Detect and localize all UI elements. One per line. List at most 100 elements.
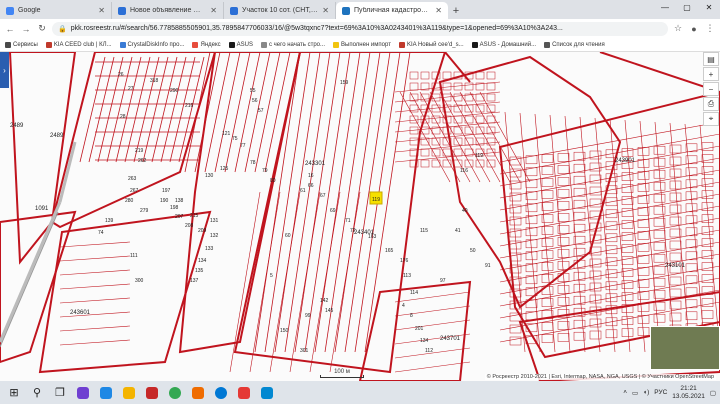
- parcel-number: 134: [198, 258, 207, 264]
- tab-title: Новое объявление — Объявлени: [130, 7, 206, 14]
- sidebar-toggle-icon[interactable]: ›: [0, 52, 9, 88]
- bookmark-item[interactable]: Список для чтения: [544, 41, 605, 48]
- browser-tab[interactable]: Публичная кадастровая карта✕: [336, 2, 448, 19]
- app-icon-9[interactable]: [257, 384, 277, 402]
- parcel-box: [557, 201, 570, 210]
- app-icon-7[interactable]: [211, 384, 231, 402]
- bookmark-item[interactable]: Яндекс: [192, 41, 221, 48]
- parcel-number: 215: [190, 213, 199, 219]
- parcel-boundary: [254, 52, 301, 353]
- clock-date: 13.05.2021: [672, 392, 705, 400]
- tray-up-icon[interactable]: ˄: [623, 389, 627, 396]
- browser-tab[interactable]: Google ✕: [0, 2, 112, 19]
- maximize-icon[interactable]: ▢: [676, 0, 698, 14]
- parcel-box: [541, 154, 554, 163]
- parcel-box: [653, 145, 666, 155]
- close-window-icon[interactable]: ✕: [698, 0, 720, 14]
- reload-icon[interactable]: ↻: [36, 22, 48, 36]
- language-indicator[interactable]: РУС: [654, 389, 667, 396]
- search-icon[interactable]: ⚲: [27, 384, 47, 402]
- parcel-box: [701, 274, 714, 283]
- parcel-box: [653, 313, 666, 323]
- parcel-boundary: [534, 113, 556, 353]
- clock[interactable]: 21:21 13.05.2021: [672, 385, 705, 401]
- parcel-box: [541, 226, 554, 235]
- locate-icon[interactable]: ⌖: [703, 112, 719, 126]
- parcel-boundary: [59, 339, 131, 346]
- browser-tab[interactable]: Участок 10 сот. (СНТ, ДНП) на п ✕: [224, 2, 336, 19]
- url-field[interactable]: 🔒 pkk.rosreestr.ru/#/search/56.778588550…: [52, 21, 668, 36]
- notifications-icon[interactable]: ▢: [710, 389, 716, 397]
- parcel-outline: [50, 52, 217, 229]
- parcel-box: [557, 237, 570, 246]
- bookmark-item[interactable]: ASUS: [228, 41, 253, 48]
- bookmark-item[interactable]: KIA Новый cee'd_s...: [398, 41, 464, 48]
- bookmark-item[interactable]: Сервисы: [5, 41, 38, 48]
- app-icon-2[interactable]: [96, 384, 116, 402]
- app-icon-4[interactable]: [142, 384, 162, 402]
- network-icon[interactable]: ▭: [632, 389, 638, 397]
- close-tab-icon[interactable]: ✕: [98, 6, 105, 15]
- menu-icon[interactable]: ⋮: [704, 22, 716, 36]
- windows-start-icon[interactable]: ⊞: [4, 384, 24, 402]
- parcel-number: 91: [485, 263, 491, 269]
- browser-tab[interactable]: Новое объявление — Объявлени ✕: [112, 2, 224, 19]
- zoom-out-icon[interactable]: −: [703, 82, 719, 96]
- minimize-icon[interactable]: —: [654, 0, 676, 14]
- new-tab-icon[interactable]: +: [448, 2, 464, 19]
- bookmark-icon: [333, 41, 340, 48]
- parcel-box: [486, 93, 496, 102]
- zoom-in-icon[interactable]: +: [703, 67, 719, 81]
- chrome-icon[interactable]: [165, 384, 185, 402]
- window-controls: — ▢ ✕: [654, 0, 720, 14]
- bookmark-item[interactable]: ASUS - Домашний...: [471, 41, 536, 48]
- parcel-number: 290: [170, 88, 179, 94]
- close-tab-icon[interactable]: ✕: [435, 6, 442, 15]
- app-icon-6[interactable]: [188, 384, 208, 402]
- parcel-number: 119: [475, 153, 483, 159]
- volume-icon[interactable]: ◖): [643, 389, 649, 396]
- bookmark-item[interactable]: с чего начать стро...: [261, 41, 325, 48]
- task-view-icon[interactable]: ❐: [50, 384, 70, 402]
- parcel-box: [541, 166, 554, 175]
- parcel-box: [669, 216, 682, 226]
- parcel-boundaries: [0, 52, 720, 381]
- close-tab-icon[interactable]: ✕: [210, 6, 217, 15]
- close-tab-icon[interactable]: ✕: [322, 6, 329, 15]
- parcel-box: [486, 82, 496, 91]
- map-canvas[interactable]: 1192489248910912433012434012437012439012…: [0, 52, 720, 381]
- cadastral-map[interactable]: 119 2489 2489 1091 243301 243401 243701 243901 2…: [0, 52, 720, 381]
- basemap-thumbnail[interactable]: [650, 326, 720, 370]
- parcel-box: [701, 238, 714, 247]
- layers-icon[interactable]: ▤: [703, 52, 719, 66]
- bookmark-item[interactable]: CrystalDiskInfo про...: [119, 41, 185, 48]
- parcel-box: [589, 186, 602, 196]
- print-icon[interactable]: ⎙: [703, 97, 719, 111]
- bookmark-item[interactable]: Выполнен импорт: [333, 41, 391, 48]
- forward-icon[interactable]: →: [20, 22, 32, 36]
- parcel-number: 121: [222, 131, 231, 137]
- bookmark-label: CrystalDiskInfo про...: [127, 41, 185, 48]
- parcel-boundary: [59, 325, 131, 332]
- parcel-box: [431, 148, 441, 157]
- parcel-boundary: [59, 255, 131, 262]
- parcel-number: 145: [325, 308, 334, 314]
- parcel-box: [557, 165, 570, 174]
- parcel-boundary: [59, 283, 131, 290]
- parcel-number: 125: [220, 166, 229, 172]
- parcel-box: [557, 333, 570, 342]
- bookmark-item[interactable]: KIA CEED club | КЛ...: [45, 41, 112, 48]
- parcel-box: [589, 330, 602, 340]
- app-icon-8[interactable]: [234, 384, 254, 402]
- back-icon[interactable]: ←: [4, 22, 16, 36]
- bookmark-icon: [5, 41, 11, 48]
- quarter-number: 243101: [665, 263, 686, 269]
- tab-favicon-icon: [342, 6, 350, 15]
- parcel-number: 60: [285, 233, 291, 239]
- parcel-box: [621, 328, 634, 337]
- bookmark-icon: [261, 41, 268, 48]
- app-icon-3[interactable]: [119, 384, 139, 402]
- star-icon[interactable]: ☆: [672, 22, 684, 36]
- app-icon-1[interactable]: [73, 384, 93, 402]
- profile-icon[interactable]: ●: [688, 22, 700, 36]
